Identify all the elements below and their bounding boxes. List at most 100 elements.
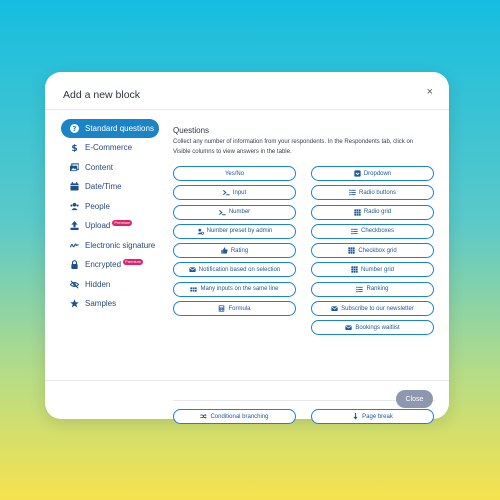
left-column: Yes/No Input Number Number preset by adm… (173, 166, 296, 320)
sidebar-item-samples[interactable]: Samples (61, 294, 159, 314)
right-column: Page break (311, 409, 434, 428)
yes-no-button[interactable]: Yes/No (173, 166, 296, 181)
sidebar-item-label: Standard questions (85, 124, 154, 133)
number-grid-button[interactable]: Number grid (311, 262, 434, 278)
button-label: Dropdown (363, 170, 392, 177)
terminal-icon (222, 189, 230, 196)
branch-icon (200, 413, 208, 420)
left-column: Conditional branching (173, 409, 296, 428)
svg-text:$: $ (71, 144, 77, 152)
envelope-icon (331, 305, 338, 312)
dots-icon (190, 286, 198, 293)
sidebar-item-standard-questions[interactable]: ? Standard questions (61, 119, 159, 138)
people-icon (70, 202, 79, 211)
premium-badge: Premium (123, 258, 144, 265)
rating-button[interactable]: Rating (173, 243, 296, 259)
list-icon (349, 189, 356, 196)
sidebar-item-label: Samples (85, 299, 117, 309)
button-label: Conditional branching (210, 413, 269, 420)
terminal-icon (218, 209, 226, 216)
section-description: Collect any number of information from y… (173, 139, 414, 155)
subscribe-newsletter-button[interactable]: Subscribe to our newsletter (311, 301, 434, 317)
button-label: Number preset by admin (206, 228, 273, 235)
question-circle-icon: ? (70, 124, 79, 133)
sidebar-item-label: Upload (85, 221, 111, 231)
number-button[interactable]: Number (173, 204, 296, 220)
user-cog-icon (196, 228, 204, 235)
button-label: Many inputs on the same line (200, 286, 279, 293)
number-preset-by-admin-button[interactable]: Number preset by admin (173, 223, 296, 239)
close-button[interactable]: Close (396, 390, 433, 408)
button-label: Formula (228, 305, 251, 312)
premium-badge: Premium (112, 219, 133, 226)
close-icon[interactable]: × (427, 87, 433, 98)
sidebar-item-electronic-signature[interactable]: Electronic signature (61, 236, 159, 256)
button-label: Bookings waitlist (355, 324, 400, 331)
sidebar-item-encrypted[interactable]: Encrypted Premium (61, 255, 159, 275)
envelope-icon (345, 324, 352, 331)
sidebar-item-label: Date/Time (85, 182, 122, 192)
envelope-icon (189, 266, 196, 273)
button-label: Radio buttons (358, 189, 397, 196)
sidebar-item-label: Content (85, 162, 114, 172)
many-inputs-on-same-line-button[interactable]: Many inputs on the same line (173, 281, 296, 297)
button-label: Radio grid (363, 209, 392, 216)
lock-icon (70, 260, 79, 270)
formula-button[interactable]: Formula (173, 301, 296, 317)
checkboxes-button[interactable]: Checkboxes (311, 223, 434, 239)
sidebar-item-e-commerce[interactable]: $ E-Commerce (61, 138, 159, 158)
sidebar-item-upload[interactable]: Upload Premium (61, 216, 159, 236)
button-label: Checkbox grid (358, 247, 397, 254)
calendar-icon (70, 182, 79, 191)
page-break-button[interactable]: Page break (311, 409, 434, 424)
grid-icon (348, 247, 355, 254)
notification-based-on-selection-button[interactable]: Notification based on selection (173, 262, 296, 278)
sidebar-item-hidden[interactable]: Hidden (61, 275, 159, 295)
list-icon (351, 228, 358, 235)
upload-icon (70, 221, 79, 231)
grid-icon (354, 208, 361, 216)
eye-slash-icon (70, 280, 79, 289)
button-label: Notification based on selection (198, 266, 281, 273)
sidebar-item-label: People (85, 201, 110, 211)
button-label: Number (228, 209, 251, 216)
ranking-button[interactable]: Ranking (311, 281, 434, 297)
checkbox-grid-button[interactable]: Checkbox grid (311, 243, 434, 259)
input-button[interactable]: Input (173, 185, 296, 201)
svg-text:?: ? (72, 124, 76, 133)
list-icon (356, 286, 364, 293)
footer-divider (45, 380, 449, 381)
calculator-icon (218, 305, 225, 312)
dollar-icon: $ (70, 143, 79, 152)
modal-title: Add a new block (63, 89, 141, 101)
sidebar-item-date-time[interactable]: Date/Time (61, 177, 159, 197)
button-label: Number grid (360, 266, 394, 273)
button-label: Yes/No (224, 170, 245, 177)
sidebar-item-label: E-Commerce (85, 143, 133, 153)
thumbs-up-icon (221, 247, 228, 254)
questions-panel: Questions Collect any number of informat… (173, 126, 435, 424)
sidebar-item-content[interactable]: Content (61, 158, 159, 178)
section-title: Questions (173, 126, 210, 135)
modal-header: Add a new block × (45, 72, 449, 110)
dropdown-icon (354, 170, 361, 177)
dropdown-button[interactable]: Dropdown (311, 166, 434, 181)
button-label: Checkboxes (360, 228, 395, 235)
signature-icon (70, 241, 79, 250)
category-sidebar: ? Standard questions $ E-Commerce Conten… (61, 119, 159, 314)
bookings-waitlist-button[interactable]: Bookings waitlist (311, 320, 434, 336)
add-block-modal: Add a new block × ? Standard questions $… (45, 72, 449, 424)
sidebar-item-label: Electronic signature (85, 240, 156, 250)
button-label: Page break (362, 413, 393, 420)
grid-icon (351, 266, 358, 274)
radio-buttons-button[interactable]: Radio buttons (311, 185, 434, 201)
sidebar-item-people[interactable]: People (61, 197, 159, 217)
star-icon (70, 299, 79, 308)
radio-grid-button[interactable]: Radio grid (311, 204, 434, 220)
button-label: Subscribe to our newsletter (341, 305, 414, 312)
right-column: Dropdown Radio buttons Radio grid Checkb… (311, 166, 434, 340)
conditional-branching-button[interactable]: Conditional branching (173, 409, 296, 424)
button-label: Rating (230, 247, 249, 254)
button-label: Input (232, 189, 247, 196)
images-icon (70, 163, 79, 172)
